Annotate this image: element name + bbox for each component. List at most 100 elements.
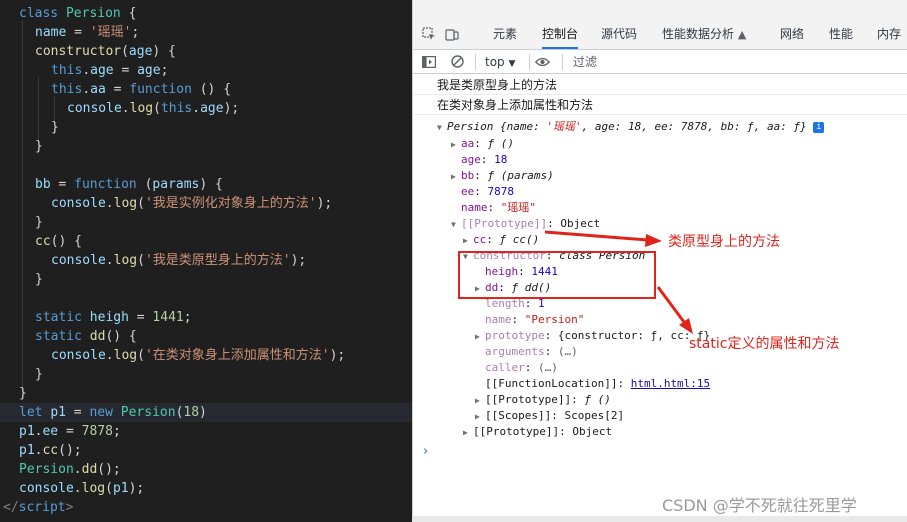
expand-arrow-icon: ▼ xyxy=(437,123,442,132)
inspect-icon[interactable] xyxy=(422,20,436,49)
code-token: '我是实例化对象身上的方法' xyxy=(144,196,317,211)
code-token: console xyxy=(51,348,106,363)
code-token: this xyxy=(51,63,83,78)
code-token: 7878 xyxy=(81,424,113,439)
code-token: static xyxy=(35,310,90,325)
eye-icon[interactable] xyxy=(534,50,551,74)
code-token: class xyxy=(19,6,66,21)
property-caller[interactable]: caller: (…) xyxy=(485,360,558,376)
code-token: ( xyxy=(137,348,145,363)
code-line: this.aa = function () { xyxy=(0,80,412,99)
code-token: = xyxy=(65,405,90,420)
code-line: console.log('我是实例化对象身上的方法'); xyxy=(0,194,412,213)
code-token: log xyxy=(81,481,106,496)
code-token: log xyxy=(113,253,138,268)
expand-arrow-icon: ▶ xyxy=(463,428,468,437)
source-link[interactable]: html.html:15 xyxy=(631,377,710,390)
code-token: console xyxy=(51,253,106,268)
console-filter-input[interactable]: 过滤 xyxy=(573,50,597,74)
property-value: 7878 xyxy=(487,185,515,198)
code-token: > xyxy=(65,500,74,515)
console-log-message: 在类对象身上添加属性和方法 xyxy=(413,95,907,115)
tab-performance[interactable]: 性能 xyxy=(829,20,853,49)
code-token: dd xyxy=(81,462,98,477)
property-age: age: 18 xyxy=(461,153,508,166)
code-token: constructor xyxy=(35,44,122,59)
property-value: Object xyxy=(572,425,613,438)
property-key: arguments xyxy=(485,345,545,358)
code-token: . xyxy=(105,196,114,211)
tab-elements[interactable]: 元素 xyxy=(493,20,517,49)
console-prompt[interactable]: › xyxy=(423,444,428,459)
code-token: Persion xyxy=(19,462,74,477)
code-token: 1441 xyxy=(152,310,184,325)
code-token: this xyxy=(160,101,193,116)
code-token: Persion xyxy=(120,405,176,420)
tab-memory[interactable]: 内存 xyxy=(877,20,901,49)
property-ee: ee: 7878 xyxy=(461,185,515,198)
annotation-label-prototype-method: 类原型身上的方法 xyxy=(668,234,780,250)
code-token: this xyxy=(51,82,83,97)
code-token: ; xyxy=(112,424,121,439)
annotation-label-static: static定义的属性和方法 xyxy=(689,336,840,352)
code-token: ( xyxy=(153,101,161,116)
code-token: ( xyxy=(136,177,153,192)
watermark: CSDN @学不死就往死里学 xyxy=(662,496,857,515)
property-key: [[Prototype]] xyxy=(461,217,548,230)
code-token: . xyxy=(192,101,201,116)
tab-console[interactable]: 控制台 xyxy=(542,20,579,49)
property-fn-prototype[interactable]: ▶ prototype: {constructor: ƒ, cc: ƒ} xyxy=(475,328,710,344)
expand-arrow-icon: ▶ xyxy=(451,172,456,181)
clear-console-icon[interactable] xyxy=(451,50,464,74)
tab-sources[interactable]: 源代码 xyxy=(601,20,637,49)
code-token: heigh xyxy=(89,310,129,325)
code-token: age xyxy=(200,101,224,116)
property-bb[interactable]: ▶ bb: ƒ (params) xyxy=(451,168,554,184)
code-token: . xyxy=(105,253,114,268)
console-toolbar: top ▼ 过滤 xyxy=(413,50,907,74)
property-key: ee xyxy=(461,185,475,198)
code-token: log xyxy=(129,101,154,116)
property-cc[interactable]: ▶ cc: ƒ cc() xyxy=(463,232,539,248)
devtools-top-strip xyxy=(413,0,907,20)
code-token: ; xyxy=(183,310,192,325)
code-token: ) xyxy=(199,405,207,420)
code-token: Persion xyxy=(65,6,121,21)
code-line: let p1 = new Persion(18) xyxy=(0,403,412,422)
property-value: "瑶瑶" xyxy=(500,201,536,214)
code-token: function xyxy=(74,177,137,192)
property-value: (…) xyxy=(538,361,558,374)
toolbar-divider xyxy=(529,54,530,70)
code-token: ); xyxy=(316,196,333,211)
code-token: = xyxy=(58,424,82,439)
tab-performance-insights[interactable]: 性能数据分析 ▲ xyxy=(662,20,746,49)
code-line: Persion.dd(); xyxy=(0,460,412,479)
expand-arrow-icon: ▶ xyxy=(463,236,468,245)
object-preview-name: '瑶瑶' xyxy=(546,120,582,133)
tab-performance-insights-label: 性能数据分析 xyxy=(662,27,735,41)
device-toggle-icon[interactable] xyxy=(445,20,459,49)
property-scopes[interactable]: ▶ [[Scopes]]: Scopes[2] xyxy=(475,408,624,424)
property-fn-proto[interactable]: ▶ [[Prototype]]: ƒ () xyxy=(475,392,611,408)
tab-network[interactable]: 网络 xyxy=(780,20,804,49)
info-icon[interactable]: i xyxy=(813,121,825,133)
property-aa[interactable]: ▶ aa: ƒ () xyxy=(451,136,514,152)
code-token: name xyxy=(35,25,67,40)
code-token: p1 xyxy=(19,424,35,439)
code-token: . xyxy=(82,63,91,78)
flask-icon: ▲ xyxy=(737,28,747,41)
code-token: = xyxy=(113,63,138,78)
code-token: console xyxy=(67,101,122,116)
context-selector[interactable]: top ▼ xyxy=(485,50,515,74)
property-arguments[interactable]: arguments: (…) xyxy=(485,344,578,360)
code-editor[interactable]: class Persion {name = '瑶瑶'; constructor(a… xyxy=(0,0,412,522)
property-proto-proto[interactable]: ▶ [[Prototype]]: Object xyxy=(463,424,612,440)
object-header[interactable]: ▼ Persion {name: '瑶瑶', age: 18, ee: 7878,… xyxy=(437,119,825,135)
sidebar-icon[interactable] xyxy=(422,50,437,74)
code-token: script xyxy=(18,500,66,515)
expand-arrow-icon: ▶ xyxy=(451,140,456,149)
property-key: age xyxy=(461,153,481,166)
code-token: ) { xyxy=(199,177,223,192)
property-prototype[interactable]: ▼ [[Prototype]]: Object xyxy=(451,216,600,232)
code-token: ( xyxy=(137,253,145,268)
